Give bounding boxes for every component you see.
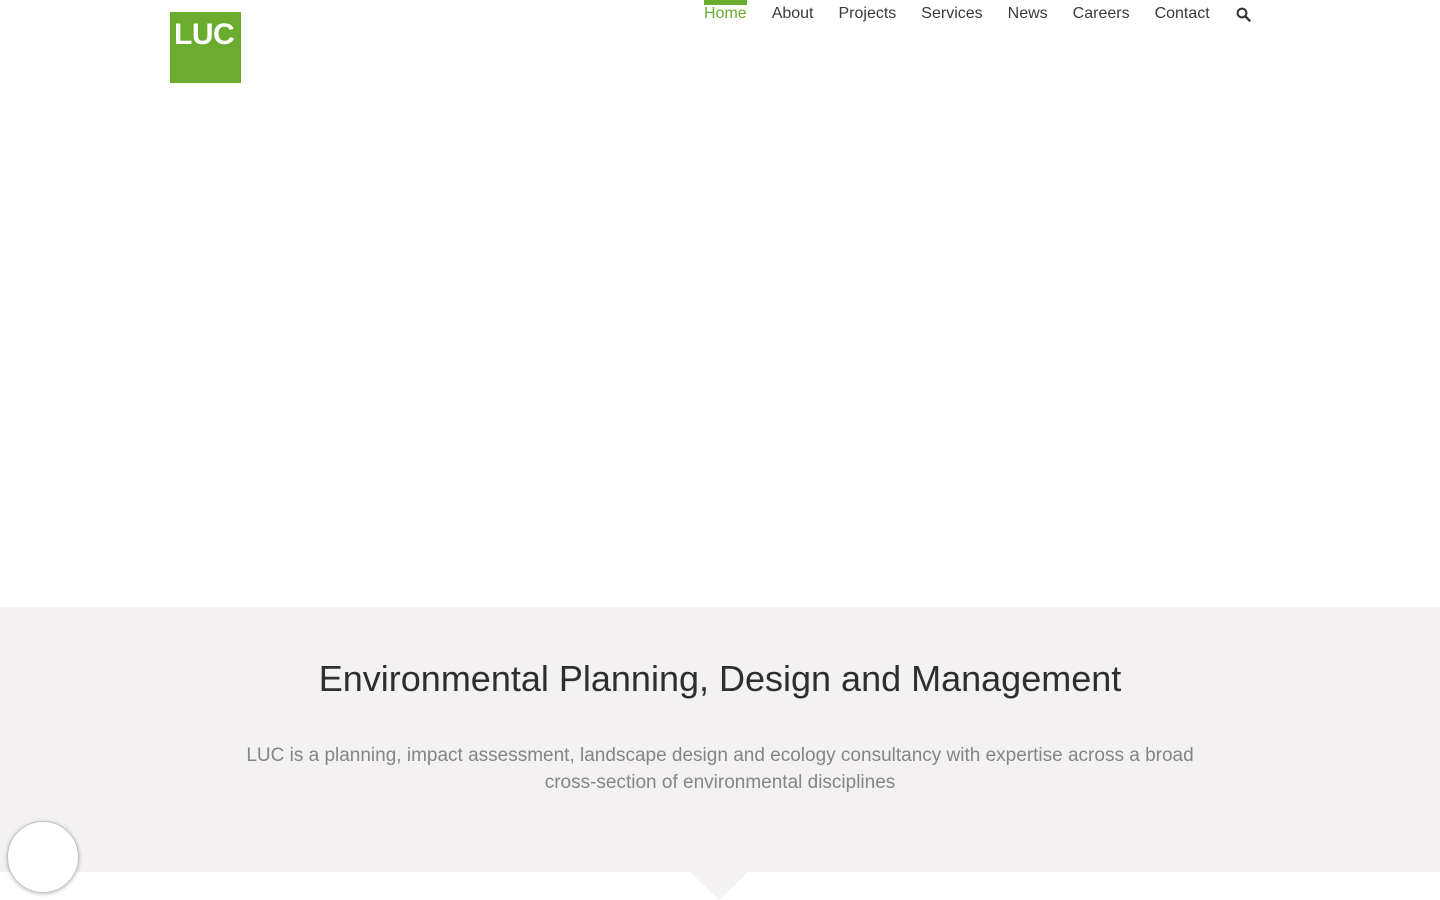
main-nav: Home About Projects Services News Career… — [704, 0, 1251, 30]
nav-item-projects[interactable]: Projects — [839, 0, 897, 30]
nav-item-careers[interactable]: Careers — [1073, 0, 1130, 30]
hero-area — [0, 100, 1440, 607]
intro-title: Environmental Planning, Design and Manag… — [318, 658, 1122, 699]
section-pointer-arrow — [690, 872, 748, 900]
nav-item-about[interactable]: About — [772, 0, 814, 30]
intro-section — [0, 607, 1440, 872]
nav-item-home[interactable]: Home — [704, 0, 747, 30]
search-icon — [1236, 7, 1251, 22]
intro-description: LUC is a planning, impact assessment, la… — [246, 745, 1194, 793]
nav-item-news[interactable]: News — [1008, 0, 1048, 30]
search-button[interactable] — [1235, 0, 1251, 30]
chat-bubble-icon[interactable] — [7, 821, 79, 893]
luc-logo[interactable]: LUC — [170, 12, 241, 83]
nav-item-contact[interactable]: Contact — [1155, 0, 1210, 30]
nav-item-services[interactable]: Services — [921, 0, 982, 30]
page: LUC Home About Projects Services News Ca… — [0, 0, 1440, 900]
logo-text: LUC — [174, 18, 235, 51]
